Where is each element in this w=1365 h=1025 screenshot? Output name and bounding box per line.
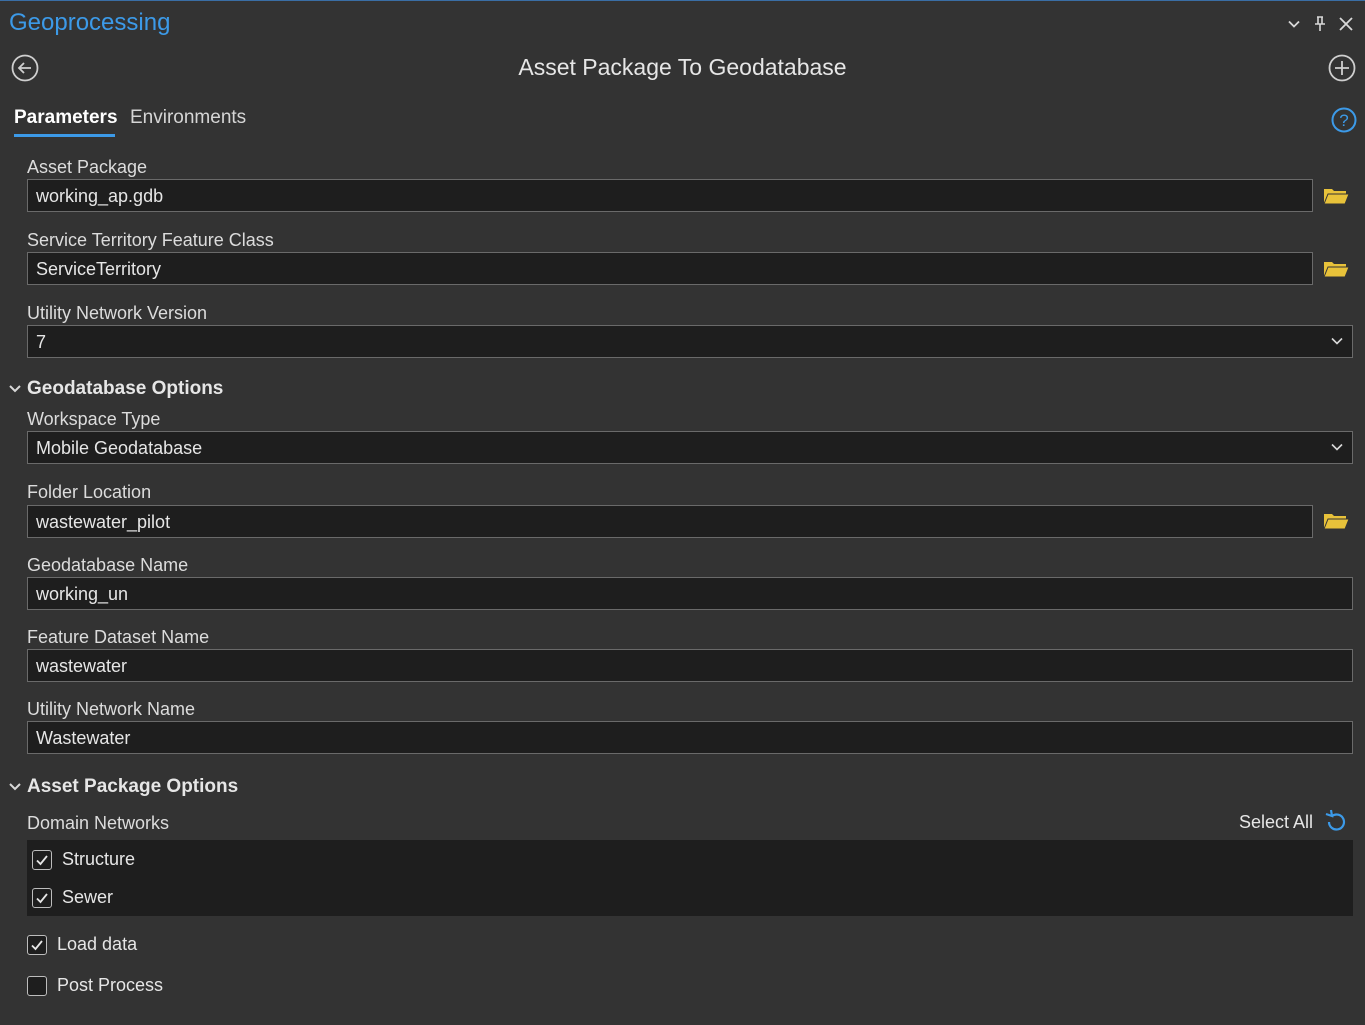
folder-open-icon[interactable]	[1322, 257, 1350, 281]
folder-location-input[interactable]: wastewater_pilot	[27, 505, 1313, 538]
un-version-select[interactable]: 7	[27, 325, 1353, 358]
tab-active-indicator	[14, 134, 115, 137]
chevron-down-icon	[9, 385, 21, 393]
reset-icon[interactable]	[1323, 809, 1349, 835]
list-item-structure[interactable]: Structure	[32, 849, 135, 870]
check-icon	[31, 939, 43, 950]
un-name-label: Utility Network Name	[27, 699, 196, 719]
fd-name-input[interactable]: wastewater	[27, 649, 1353, 682]
geodatabase-options-toggle[interactable]: Geodatabase Options	[8, 378, 223, 400]
asset-package-options-heading: Asset Package Options	[27, 776, 239, 797]
asset-package-options-toggle[interactable]: Asset Package Options	[8, 776, 238, 798]
pane-title: Geoprocessing	[9, 9, 171, 36]
add-circle-icon[interactable]	[1327, 53, 1357, 83]
un-version-value: 7	[36, 332, 47, 352]
chevron-down-icon	[1331, 443, 1343, 451]
folder-location-label: Folder Location	[27, 482, 152, 502]
select-all-button[interactable]: Select All	[1239, 812, 1313, 833]
sewer-label: Sewer	[62, 887, 114, 907]
help-icon[interactable]: ?	[1330, 106, 1358, 134]
svg-text:?: ?	[1339, 111, 1348, 130]
post-process-label: Post Process	[57, 975, 164, 995]
geodatabase-options-heading: Geodatabase Options	[27, 378, 224, 399]
check-icon	[36, 892, 48, 903]
domain-networks-list: Structure Sewer	[27, 840, 1353, 916]
chevron-down-icon	[9, 783, 21, 791]
post-process-option[interactable]: Post Process	[27, 975, 163, 996]
folder-open-icon[interactable]	[1322, 509, 1350, 533]
workspace-type-value: Mobile Geodatabase	[36, 438, 203, 458]
gdb-name-input[interactable]: working_un	[27, 577, 1353, 610]
checkbox-sewer[interactable]	[32, 887, 52, 908]
structure-label: Structure	[62, 849, 136, 869]
list-item-sewer[interactable]: Sewer	[32, 887, 113, 908]
un-name-input[interactable]: Wastewater	[27, 721, 1353, 754]
load-data-option[interactable]: Load data	[27, 934, 137, 955]
workspace-type-label: Workspace Type	[27, 409, 161, 429]
domain-networks-label: Domain Networks	[27, 813, 170, 833]
service-territory-input[interactable]: ServiceTerritory	[27, 252, 1313, 285]
un-version-label: Utility Network Version	[27, 303, 208, 323]
service-territory-label: Service Territory Feature Class	[27, 230, 274, 250]
tool-title: Asset Package To Geodatabase	[518, 54, 847, 80]
gdb-name-label: Geodatabase Name	[27, 555, 189, 575]
checkbox-post-process[interactable]	[27, 975, 47, 996]
tab-environments[interactable]: Environments	[130, 107, 246, 129]
folder-open-icon[interactable]	[1322, 184, 1350, 208]
chevron-down-icon	[1331, 337, 1343, 345]
asset-package-label: Asset Package	[27, 157, 148, 177]
chevron-down-icon[interactable]	[1283, 11, 1305, 37]
checkbox-load-data[interactable]	[27, 934, 47, 955]
fd-name-label: Feature Dataset Name	[27, 627, 210, 647]
tab-parameters[interactable]: Parameters	[14, 107, 118, 129]
close-icon[interactable]	[1335, 11, 1357, 37]
load-data-label: Load data	[57, 934, 138, 954]
workspace-type-select[interactable]: Mobile Geodatabase	[27, 431, 1353, 464]
check-icon	[36, 854, 48, 865]
asset-package-input[interactable]: working_ap.gdb	[27, 179, 1313, 212]
pin-icon[interactable]	[1309, 11, 1331, 37]
checkbox-structure[interactable]	[32, 849, 52, 870]
